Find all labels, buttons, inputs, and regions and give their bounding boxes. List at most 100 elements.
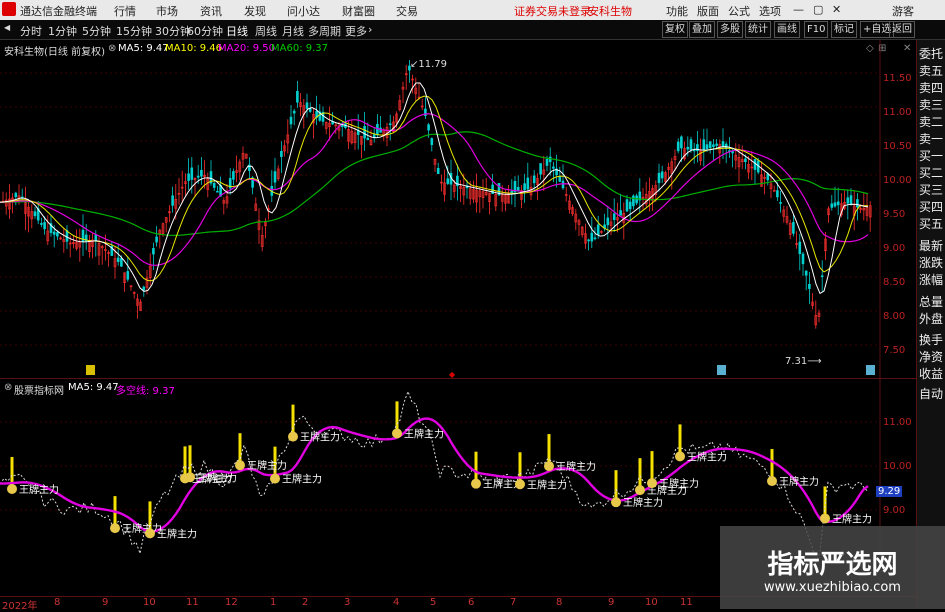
panel-divider (0, 378, 916, 379)
side-item: 最新 (919, 239, 944, 253)
ind-y-tick: 10.00 (883, 461, 912, 472)
candle-body (116, 257, 120, 262)
period-fenshi[interactable]: 分时 (20, 23, 42, 39)
signal-bar (474, 451, 478, 482)
wangpai-badge-icon (145, 528, 155, 539)
ind-y-tick: 11.00 (883, 417, 912, 428)
wangpai-label: 王牌主力 (19, 483, 59, 496)
side-item: 涨幅 (919, 273, 944, 287)
wangpai-badge-icon (235, 460, 245, 471)
candle-body (632, 195, 635, 207)
period-monthly[interactable]: 月线 (282, 23, 304, 39)
candle-body (808, 284, 811, 289)
menu-item-faxian[interactable]: 发现 (244, 3, 266, 19)
candle-body (171, 195, 174, 206)
menu-item-zixun[interactable]: 资讯 (200, 3, 222, 19)
side-item: 收益 (919, 367, 944, 381)
fuquan-button[interactable]: 复权 (662, 21, 688, 38)
candle-body (705, 144, 709, 150)
candle-body (689, 139, 693, 150)
minimize-icon[interactable]: — (793, 3, 804, 16)
current-price-tag: 9.29 (876, 486, 903, 497)
signal-bar (770, 449, 774, 480)
period-daily[interactable]: 日线 (226, 23, 248, 39)
period-weekly[interactable]: 周线 (255, 23, 277, 39)
wangpai-badge-icon (820, 513, 830, 524)
side-item: 卖一 (919, 132, 944, 146)
menu-item-xuanxiang[interactable]: 选项 (759, 3, 781, 19)
side-item: 卖四 (919, 81, 944, 95)
event-marker[interactable] (866, 365, 875, 375)
menu-item-wenxiaoda[interactable]: 问小达 (287, 3, 320, 19)
f10-button[interactable]: F10 (804, 21, 829, 38)
user-label[interactable]: 游客 (892, 3, 914, 19)
period-15min[interactable]: 15分钟 (116, 23, 152, 39)
restore-icon[interactable]: ▢ (813, 3, 823, 16)
candle-body (798, 241, 802, 254)
login-notice[interactable]: 证券交易未登录 (514, 3, 591, 19)
candle-body (708, 141, 712, 149)
candle-body (590, 232, 594, 242)
x-tick: 9 (102, 597, 109, 608)
toggle-icon[interactable]: ◀ (4, 23, 10, 32)
candle-body (94, 234, 98, 241)
side-item: 换手 (919, 333, 944, 347)
quote-side-panel: 委托 卖五 卖四 卖三 卖二 卖一 买一 买二 买三 买四 买五 最新 涨跌 涨… (916, 40, 945, 609)
mark-button[interactable]: 标记 (831, 21, 857, 38)
menu-item-shichang[interactable]: 市场 (156, 3, 178, 19)
low-price-label: 7.31 (785, 356, 808, 367)
close-icon[interactable]: ✕ (832, 3, 841, 16)
wangpai-label: 王牌主力 (122, 522, 162, 535)
candle-body (561, 180, 565, 189)
draw-button[interactable]: 画线 (774, 21, 800, 38)
x-tick: 1 (270, 597, 277, 608)
candle-body (280, 151, 283, 157)
signal-bar (188, 445, 192, 476)
menu-item-banmian[interactable]: 版面 (697, 3, 719, 19)
candle-body (849, 195, 853, 205)
candle-body (289, 116, 293, 125)
menu-item-gongshi[interactable]: 公式 (728, 3, 750, 19)
candle-body (676, 141, 680, 152)
side-item[interactable]: 委托 (919, 46, 943, 63)
watermark-url: www.xuezhibiao.com (764, 580, 901, 595)
candle-body (779, 202, 782, 204)
menu-item-gongneng[interactable]: 功能 (666, 3, 688, 19)
candle-body (273, 171, 277, 183)
wangpai-label: 王牌主力 (527, 478, 567, 491)
period-multi[interactable]: 多周期 (308, 23, 341, 39)
x-tick: 11 (680, 597, 693, 608)
candle-body (792, 222, 795, 234)
candle-body (212, 183, 216, 188)
menu-item-hangqing[interactable]: 行情 (114, 3, 136, 19)
event-marker[interactable] (717, 365, 726, 375)
wangpai-badge-icon (110, 523, 120, 534)
overlay-button[interactable]: 叠加 (689, 21, 715, 38)
period-30min[interactable]: 30分钟 (155, 23, 191, 39)
auto-button[interactable]: 自动 (919, 386, 943, 403)
candle-body (766, 173, 770, 181)
period-toolbar: ◀ 分时 1分钟 5分钟 15分钟 30分钟 60分钟 日线 周线 月线 多周期… (0, 20, 945, 40)
candle-body (657, 172, 661, 184)
low-marker: 7.31⟶ (785, 356, 822, 367)
event-marker[interactable] (86, 365, 95, 375)
wangpai-badge-icon (185, 472, 195, 483)
period-5min[interactable]: 5分钟 (82, 23, 111, 39)
menu-item-caifuquan[interactable]: 财富圈 (342, 3, 375, 19)
period-1min[interactable]: 1分钟 (48, 23, 77, 39)
wangpai-badge-icon (647, 478, 657, 489)
multistock-button[interactable]: 多股 (717, 21, 743, 38)
candle-body (753, 158, 757, 170)
candle-body (43, 222, 46, 230)
side-item: 卖三 (919, 98, 944, 112)
period-more[interactable]: 更多 (345, 23, 367, 39)
menu-item-jiaoyi[interactable]: 交易 (396, 3, 418, 19)
back-button[interactable]: 返回 (889, 21, 915, 38)
kline-chart[interactable] (0, 40, 916, 380)
stats-button[interactable]: 统计 (745, 21, 771, 38)
candle-body (430, 138, 434, 145)
more-chevron-icon[interactable]: › (368, 23, 372, 36)
candle-body (628, 201, 632, 210)
period-60min[interactable]: 60分钟 (187, 23, 223, 39)
side-item: 净资 (919, 350, 944, 364)
